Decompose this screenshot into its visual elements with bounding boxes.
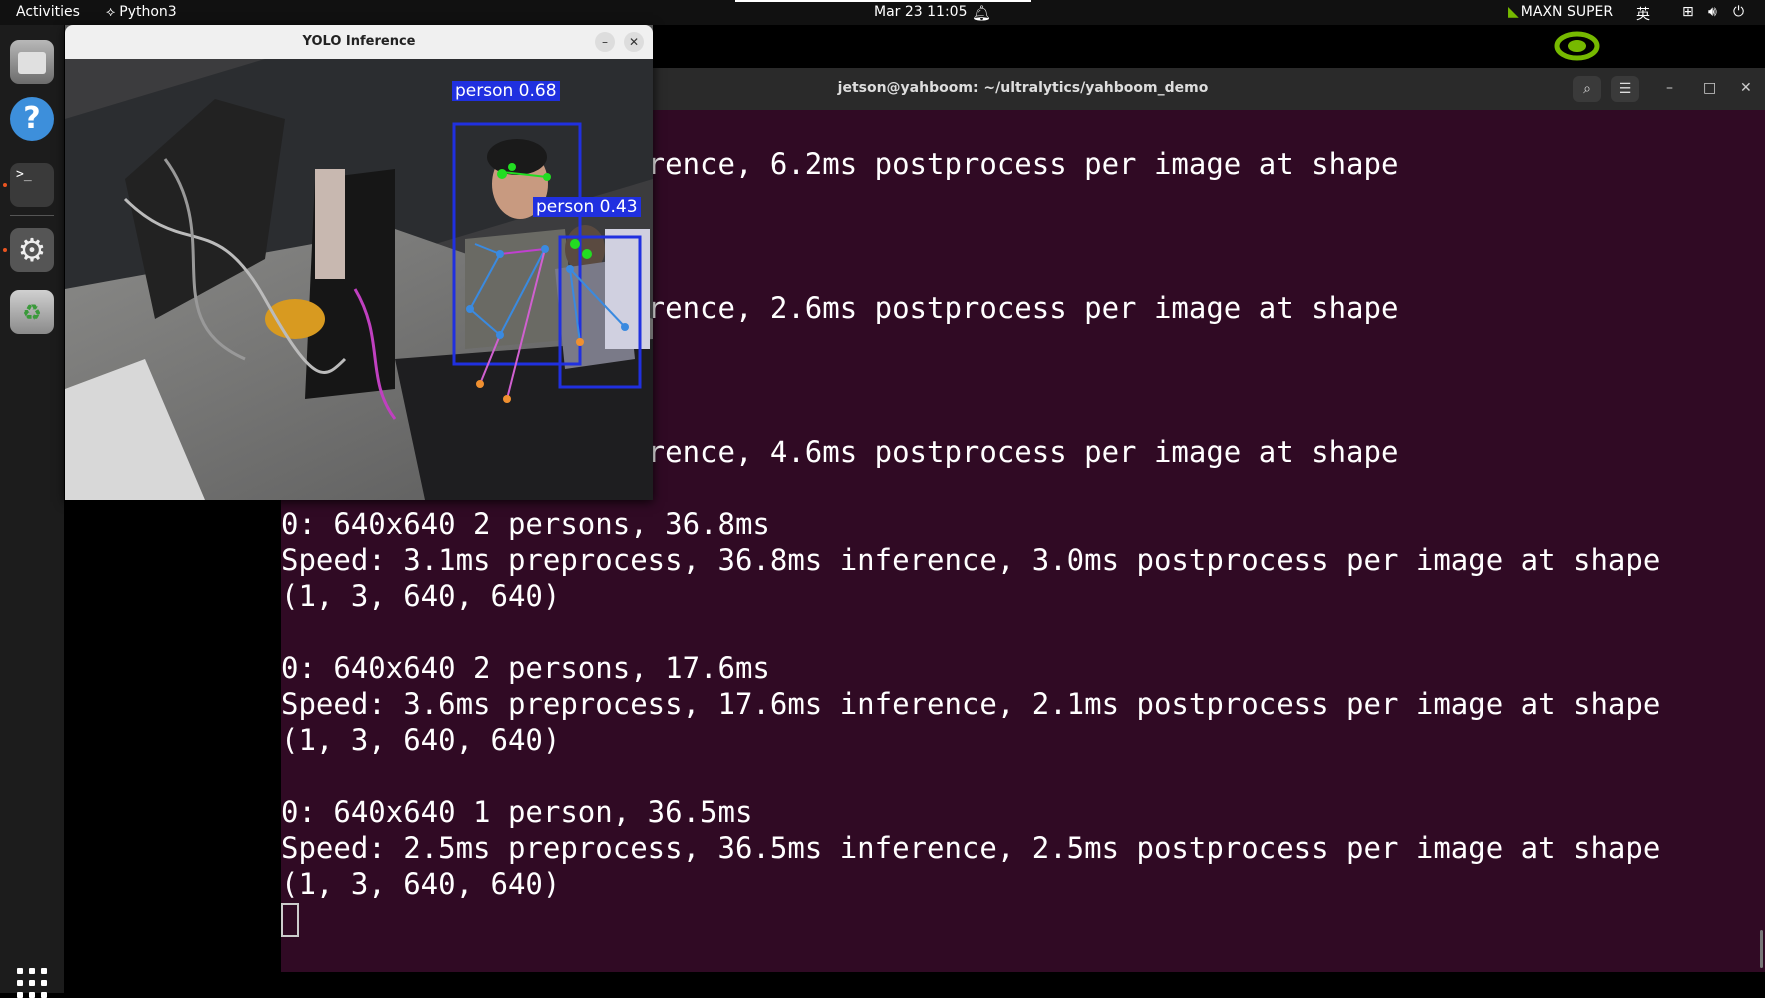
detection-label: person 0.68	[452, 81, 560, 101]
running-indicator-dot	[3, 248, 7, 252]
trash-icon[interactable]: ♻	[10, 290, 54, 334]
app-menu-label: Python3	[119, 4, 177, 20]
terminal-line: 0: 640x640 2 persons, 17.6ms	[281, 651, 770, 685]
terminal-line: 0: 640x640 1 person, 36.5ms	[281, 795, 753, 829]
nvidia-logo-icon	[1554, 31, 1600, 61]
search-icon[interactable]: ⌕	[1573, 76, 1601, 102]
volume-icon[interactable]: 🔊︎	[1708, 4, 1717, 20]
yolo-inference-window[interactable]: YOLO Inference – ✕ person 0.68 person 0.…	[65, 25, 653, 500]
terminal-line: (1, 3, 640, 640)	[281, 723, 561, 757]
minimize-icon[interactable]: –	[595, 32, 615, 52]
terminal-line: (1, 3, 640, 640)	[281, 579, 561, 613]
yolo-window-header[interactable]: YOLO Inference – ✕	[65, 25, 653, 59]
running-indicator-dot	[3, 183, 7, 187]
maximize-icon[interactable]: □	[1703, 80, 1716, 96]
terminal-line: (1, 3, 640, 640)	[281, 867, 561, 901]
terminal-line: Speed: 2.5ms preprocess, 36.5ms inferenc…	[281, 831, 1661, 865]
clock[interactable]: Mar 23 11:05	[874, 4, 967, 20]
camera-scene	[65, 59, 653, 500]
power-icon[interactable]: ⏻	[1733, 4, 1744, 20]
power-mode-label: MAXN SUPER	[1520, 4, 1614, 20]
input-method-indicator[interactable]: 英	[1636, 4, 1650, 24]
power-mode-indicator[interactable]: ◣ MAXN SUPER	[1508, 4, 1613, 20]
python-app-icon: ⟡	[106, 4, 116, 20]
dock: ? >_ ⚙ ♻	[0, 25, 64, 998]
terminal-line: Speed: 3.1ms preprocess, 36.8ms inferenc…	[281, 543, 1661, 577]
terminal-line: Speed: 3.6ms preprocess, 17.6ms inferenc…	[281, 687, 1661, 721]
app-grid-icon[interactable]	[17, 968, 47, 998]
network-icon[interactable]: ⊞	[1682, 4, 1694, 20]
close-icon[interactable]: ✕	[624, 32, 644, 52]
minimize-icon[interactable]: –	[1666, 80, 1673, 96]
dock-separator	[10, 215, 54, 216]
yolo-window-title: YOLO Inference	[302, 34, 416, 49]
activity-indicator	[735, 0, 1031, 2]
terminal-scrollbar[interactable]	[1760, 930, 1763, 968]
terminal-icon[interactable]: >_	[10, 163, 54, 207]
nvidia-icon: ◣	[1508, 4, 1519, 20]
hamburger-menu-icon[interactable]: ☰	[1611, 76, 1639, 102]
files-icon[interactable]	[10, 40, 54, 84]
activities-button[interactable]: Activities	[16, 4, 80, 20]
help-icon[interactable]: ?	[10, 97, 54, 141]
terminal-cursor	[281, 903, 299, 937]
camera-frame: person 0.68 person 0.43	[65, 59, 653, 500]
settings-icon[interactable]: ⚙	[10, 228, 54, 272]
detection-label: person 0.43	[533, 197, 641, 217]
app-menu[interactable]: ⟡ Python3	[106, 4, 177, 20]
terminal-line: 0: 640x640 2 persons, 36.8ms	[281, 507, 770, 541]
notification-bell-icon[interactable]: 🔔︎	[972, 4, 991, 22]
top-bar: Activities ⟡ Python3 Mar 23 11:05 🔔︎ ◣ MAX…	[0, 0, 1765, 25]
close-icon[interactable]: ✕	[1740, 80, 1752, 96]
